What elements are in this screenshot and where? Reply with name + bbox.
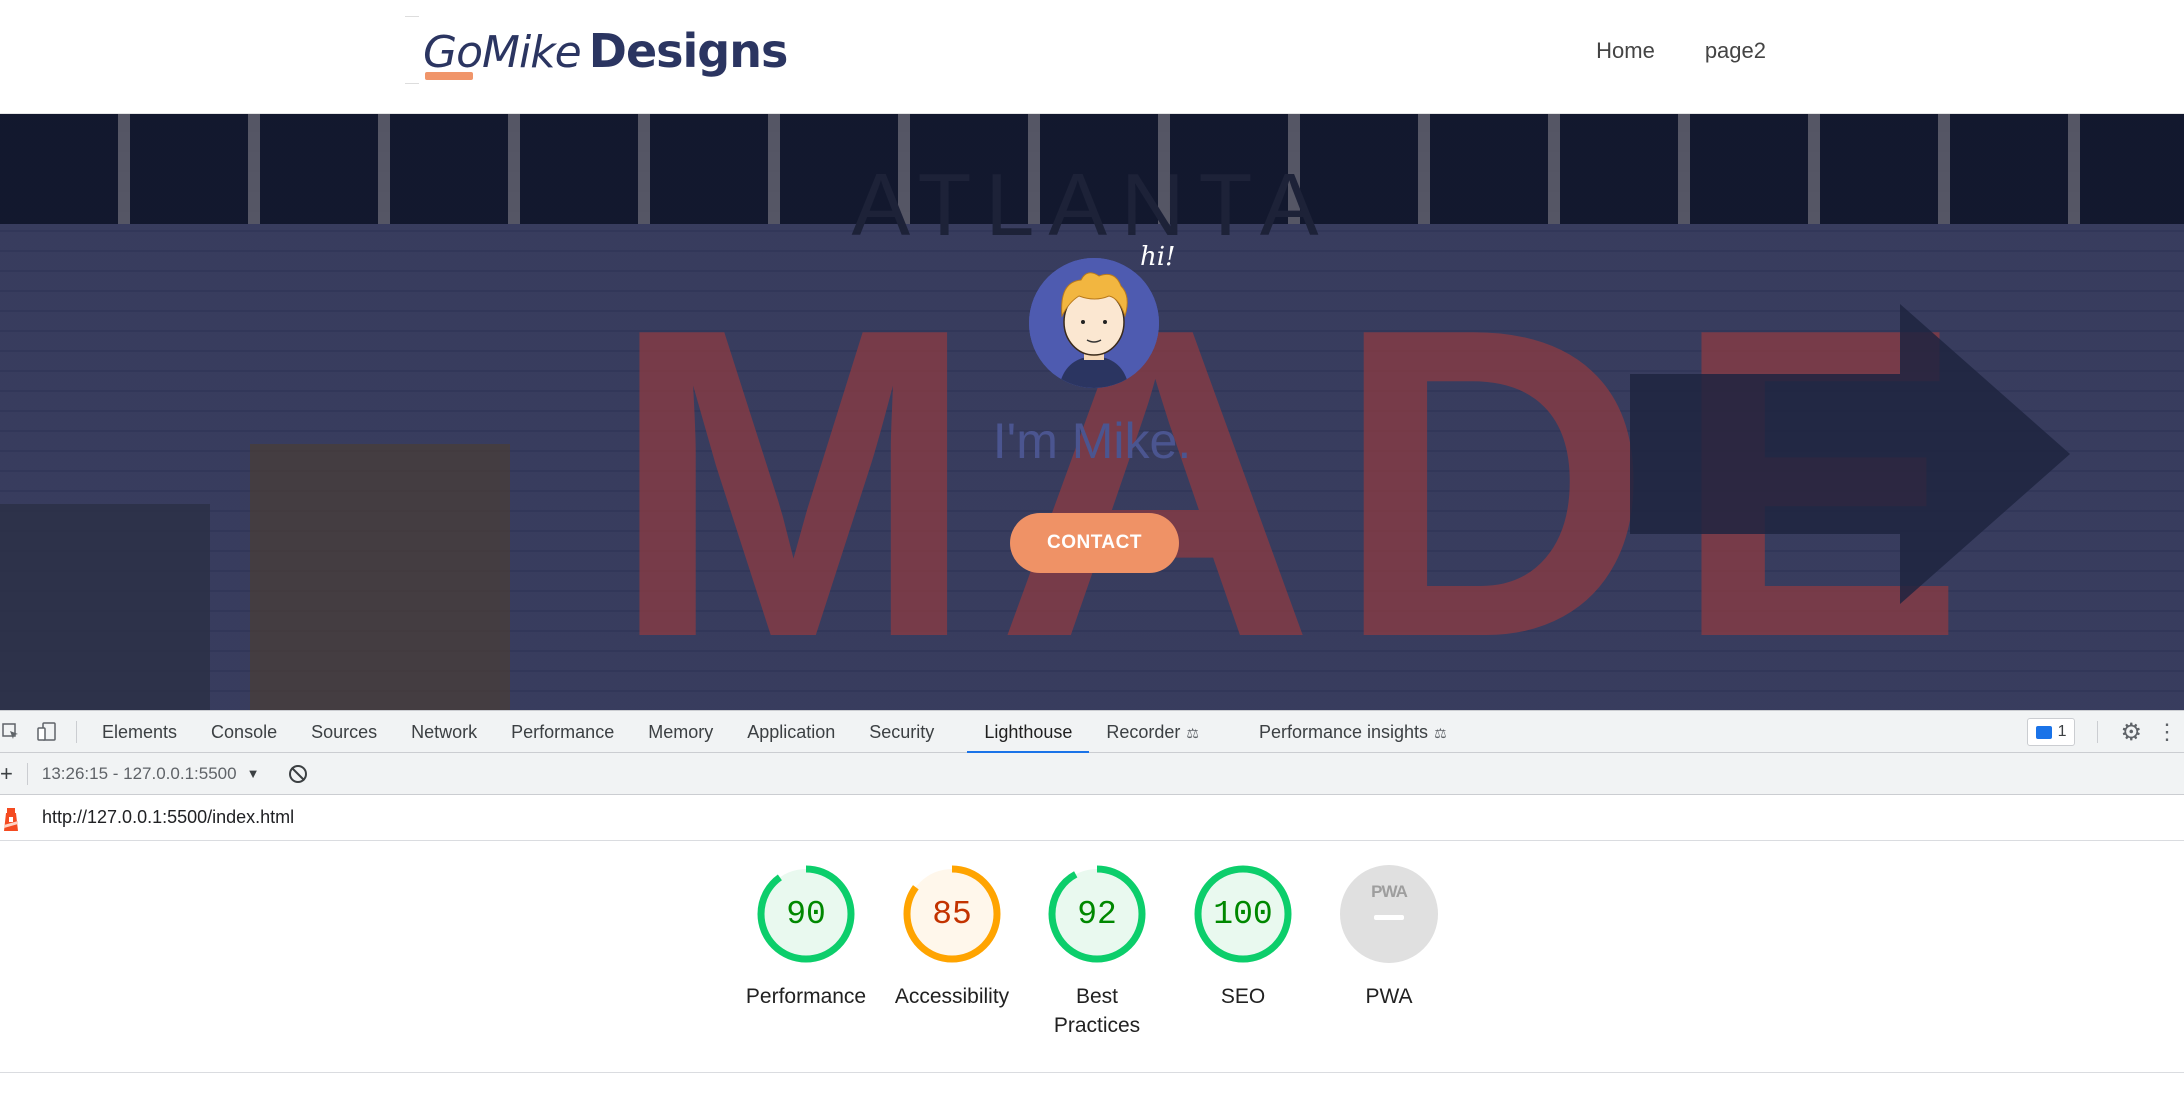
tab-network[interactable]: Network <box>394 711 494 753</box>
gauge-label: Accessibility <box>894 985 1010 1008</box>
tab-lighthouse[interactable]: Lighthouse <box>967 711 1090 753</box>
inspect-element-icon[interactable] <box>0 721 22 743</box>
clear-reports-icon[interactable] <box>289 764 308 783</box>
tab-memory[interactable]: Memory <box>631 711 730 753</box>
gauge-accessibility[interactable]: 85 Accessibility <box>877 864 1027 1011</box>
avatar-illustration-icon <box>1029 258 1159 388</box>
gauge-score-value: 100 <box>1213 896 1273 933</box>
pwa-dash-icon <box>1374 915 1404 920</box>
audited-url: http://127.0.0.1:5500/index.html <box>42 807 295 827</box>
logo-underline <box>425 72 473 80</box>
tab-recorder[interactable]: Recorder ⚖ <box>1089 711 1216 753</box>
devtools-panel: Elements Console Sources Network Perform… <box>0 710 2184 1093</box>
experimental-flask-icon: ⚖ <box>1434 724 1447 741</box>
gauge-seo[interactable]: 100 SEO <box>1168 864 1318 1011</box>
gauge-performance[interactable]: 90 Performance <box>731 864 881 1011</box>
tab-security[interactable]: Security <box>852 711 951 753</box>
tab-elements[interactable]: Elements <box>85 711 194 753</box>
site-header: GoMike Designs Home page2 <box>0 0 2184 114</box>
issues-message-icon <box>2035 725 2052 739</box>
tab-console[interactable]: Console <box>194 711 294 753</box>
tab-performance-insights-label: Performance insights <box>1258 721 1429 742</box>
tab-performance[interactable]: Performance <box>494 711 631 753</box>
issues-count: 1 <box>2057 723 2067 740</box>
gauge-label: Performance <box>745 985 867 1008</box>
lighthouse-logo-icon <box>4 807 18 831</box>
report-selector-value: 13:26:15 - 127.0.0.1:5500 <box>41 763 237 783</box>
gauge-label: PWA <box>1365 985 1413 1008</box>
tab-recorder-label: Recorder <box>1106 721 1181 742</box>
gauge-score-value: 92 <box>1077 896 1117 933</box>
hero-title: I'm Mike. <box>992 413 1192 469</box>
pwa-badge-text: PWA <box>1371 882 1408 901</box>
lighthouse-toolbar: + 13:26:15 - 127.0.0.1:5500 ▼ <box>0 753 2184 795</box>
gauge-score-value: 90 <box>786 896 826 933</box>
toolbar-divider <box>76 720 77 743</box>
contact-button[interactable]: CONTACT <box>1010 513 1179 573</box>
tab-performance-insights[interactable]: Performance insights ⚖ <box>1242 711 1464 753</box>
more-options-kebab-icon[interactable]: ⋮ <box>2156 719 2178 745</box>
tab-sources[interactable]: Sources <box>294 711 394 753</box>
audited-url-bar: http://127.0.0.1:5500/index.html <box>0 795 2184 841</box>
logo-text-gomike: GoMike <box>423 27 582 78</box>
experimental-flask-icon: ⚖ <box>1186 724 1199 741</box>
nav-link-home[interactable]: Home <box>1596 38 1655 64</box>
report-selector-dropdown[interactable]: 13:26:15 - 127.0.0.1:5500 ▼ <box>42 764 260 784</box>
device-toolbar-icon[interactable] <box>36 721 58 743</box>
toolbar-divider <box>26 762 28 785</box>
gauge-score-value: 85 <box>932 896 972 933</box>
devtools-right-controls: 1 ⚙ ⋮ <box>2026 711 2184 753</box>
logo-text-designs: Designs <box>588 24 789 78</box>
new-report-plus-icon[interactable]: + <box>0 761 13 787</box>
issues-counter-button[interactable]: 1 <box>2026 718 2076 746</box>
tab-application[interactable]: Application <box>730 711 852 753</box>
nav-link-page2[interactable]: page2 <box>1705 38 1766 64</box>
site-logo[interactable]: GoMike Designs <box>405 12 788 84</box>
report-divider <box>0 1072 2184 1073</box>
chevron-down-icon: ▼ <box>246 766 260 781</box>
lighthouse-scores: 90 Performance 85 Accessibility 92 Best … <box>0 841 2184 1081</box>
logo-frame <box>405 16 419 84</box>
avatar-greeting: hi! <box>1140 242 1176 272</box>
gauge-label: Best Practices <box>1053 985 1141 1037</box>
avatar <box>1029 258 1159 388</box>
gauge-pwa[interactable]: PWA PWA <box>1314 864 1464 1011</box>
gauge-label: SEO <box>1220 985 1266 1008</box>
settings-gear-icon[interactable]: ⚙ <box>2120 718 2142 747</box>
pwa-badge-icon <box>1340 865 1438 963</box>
hero-background-block <box>0 504 210 710</box>
hero-background-block <box>250 444 510 710</box>
main-nav: Home page2 <box>1596 38 1766 64</box>
hero-section: ATLANTA MADE hi! I'm Mike. CONTACT <box>0 114 2184 710</box>
gauge-best-practices[interactable]: 92 Best Practices <box>1022 864 1172 1040</box>
devtools-tabbar: Elements Console Sources Network Perform… <box>0 711 2184 753</box>
toolbar-divider <box>2097 721 2099 743</box>
